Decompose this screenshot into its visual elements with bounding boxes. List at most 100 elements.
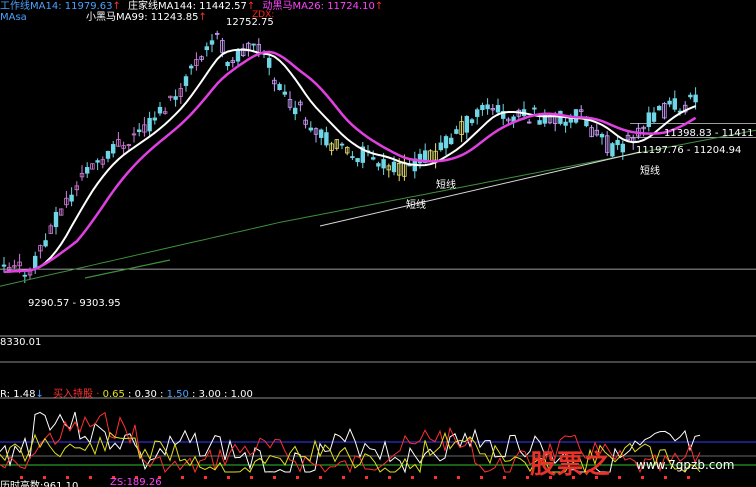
signal-marker [618,476,621,479]
annotation-short-1: 短线 [436,180,456,191]
level-label-4: 11197.76 - 11204.94 [636,145,742,156]
ma99-label: 小黑马MA99: 11243.85 [86,12,199,23]
signal-marker [227,476,230,479]
candle-body [85,167,90,174]
candle-body [136,129,142,133]
signal-marker [388,476,391,479]
candle-body [448,137,454,145]
signal-marker [687,476,690,479]
ma99-arrow: ↑ [198,12,207,23]
r-value: R: 1.48 [0,389,36,400]
candle-body [693,94,698,103]
candle-body [464,115,469,133]
signal-marker [434,476,437,479]
candle-body [282,91,287,95]
ma-label-row-2: MAsa 小黑马MA99: 11243.85↑ [0,8,207,23]
candle-body [152,117,157,121]
candle-body [443,136,449,149]
signal-marker [480,476,483,479]
candle-body [147,117,152,132]
candle-body [381,159,386,169]
candle-body [480,104,485,111]
candle-body [495,105,501,113]
candle-body [292,107,298,115]
candle-body [69,194,74,202]
watermark-url: www.7gpzb.com [636,458,735,472]
candle-body [204,46,209,51]
candle-body [157,106,163,114]
candle-body [438,142,443,151]
ind-v4: 3.00 [198,389,221,400]
signal-marker [411,476,414,479]
candle-body [646,112,651,127]
ind-v1: 0.65 [102,389,125,400]
candle-body [324,132,329,146]
bottom-label-2: ZS:189.26 [110,477,162,487]
ind-v3: 1.50 [166,389,189,400]
candle-body [183,76,189,86]
candle-body [599,133,605,138]
signal-marker [664,476,667,479]
candle-body [657,105,662,111]
ind-v2: 0.30 [134,389,157,400]
level-label-2: 8330.01 [0,337,42,348]
candle-body [391,161,397,173]
candle-body [672,98,677,110]
candle-body [485,104,490,110]
candle-body [105,151,111,159]
candle-body [225,62,230,67]
candle-body [188,65,194,69]
candle-body [350,156,355,159]
trend-line-white [319,151,641,227]
candle-body [22,274,27,277]
candle-body [532,107,537,110]
signal-marker [365,476,368,479]
candle-body [318,129,324,138]
signal-marker [296,476,299,479]
peak-label: 12752.75 [226,17,274,28]
candle-body [454,129,459,134]
level-label-1: 9290.57 - 9303.95 [28,298,121,309]
candle-body [277,84,282,91]
ind-v5: 1.00 [230,389,253,400]
sep-dot: · [96,389,100,400]
indicator-header: R: 1.48↓ 买入持股 · 0.65 : 0.30 : 1.50 : 3.0… [0,389,253,400]
candle-body [651,112,657,122]
bottom-label-1: 历时高数:961.10 [0,481,79,487]
candle-body [667,100,672,105]
ma26-label: 动黑马MA26: 11724.10 [262,1,375,12]
candle-body [355,158,360,163]
annotation-short-3: 短线 [640,166,660,177]
buy-signal-label: 买入持股 [53,389,94,400]
candle-body [376,163,381,167]
candle-body [53,211,59,228]
level-label-3: 11398.83 - 11411 [664,128,754,139]
candle-body [474,109,480,117]
annotation-short-2: 短线 [406,200,426,211]
signal-marker [319,476,322,479]
candle-body [43,240,48,247]
candle-body [33,255,38,269]
candle-body [308,127,313,131]
signal-marker [641,476,644,479]
r-arrow: ↓ [35,389,44,400]
candle-body [1,264,7,267]
signal-marker [503,476,506,479]
candle-body [95,160,100,163]
chart-root: 工作线MA14: 11979.63↑ 庄家线MA144: 11442.57↑ 动… [0,0,756,487]
signal-marker [273,476,276,479]
signal-marker [89,476,92,479]
candle-body [688,94,693,98]
candle-body [370,157,376,160]
candle-body [251,43,256,46]
candle-body [615,139,620,146]
signal-marker [204,476,207,479]
candle-body [563,121,568,126]
candle-body [111,144,116,154]
signal-marker [526,476,529,479]
signal-marker [457,476,460,479]
signal-marker [342,476,345,479]
candle-body [209,40,215,45]
candle-body [235,49,241,62]
candle-body [620,143,625,153]
